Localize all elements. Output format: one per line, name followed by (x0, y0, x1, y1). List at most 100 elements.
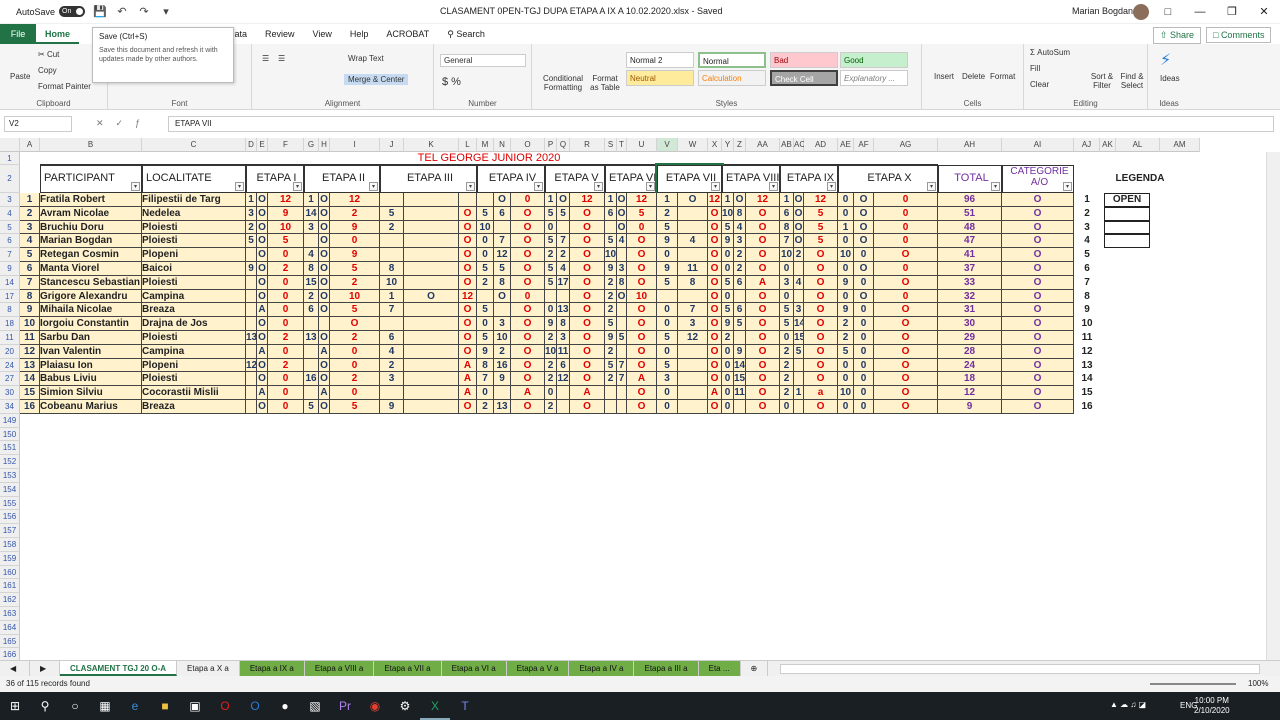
locality-cell[interactable]: Nedelea (142, 206, 246, 221)
stage-cell[interactable]: A (627, 372, 657, 387)
stage-cell[interactable] (404, 193, 459, 207)
stage-cell[interactable]: 10 (780, 248, 794, 262)
stage-cell[interactable]: O (874, 248, 938, 262)
stage-cell[interactable]: 2 (477, 400, 494, 414)
stage-cell[interactable]: O (627, 386, 657, 400)
stage-cell[interactable]: O (746, 386, 780, 400)
stage-cell[interactable]: O (257, 358, 268, 373)
stage-cell[interactable]: 5 (330, 262, 380, 276)
stage-cell[interactable] (304, 344, 319, 359)
stage-cell[interactable] (557, 386, 570, 400)
row-header[interactable]: 166 (0, 648, 20, 660)
total-cell[interactable]: 9 (938, 400, 1002, 414)
stage-cell[interactable]: 0 (854, 248, 874, 262)
stage-cell[interactable]: O (804, 372, 838, 387)
stage-cell[interactable]: O (570, 220, 605, 235)
stage-cell[interactable]: 0 (780, 400, 794, 414)
stage-cell[interactable]: O (570, 372, 605, 387)
stage-cell[interactable]: O (746, 400, 780, 414)
stage-cell[interactable]: 12 (570, 193, 605, 207)
stage-cell[interactable] (459, 193, 477, 207)
legend-number[interactable]: 14 (1074, 372, 1100, 386)
stage-cell[interactable]: 2 (838, 331, 854, 345)
stage-cell[interactable]: O (319, 275, 330, 290)
stage-cell[interactable]: O (708, 262, 722, 276)
stage-cell[interactable]: O (257, 289, 268, 304)
stage-cell[interactable]: 12 (746, 193, 780, 207)
stage-cell[interactable] (304, 358, 319, 373)
column-header[interactable]: AF (854, 138, 874, 152)
participant-name[interactable]: Babus Liviu (40, 372, 142, 387)
stage-cell[interactable]: O (617, 289, 627, 304)
customize-toolbar-icon[interactable]: ▾ (159, 5, 173, 19)
category-cell[interactable]: O (1002, 206, 1074, 221)
delete-button[interactable]: Delete (962, 72, 985, 81)
folder-icon[interactable]: ■ (150, 692, 180, 720)
stage-cell[interactable]: 15 (734, 372, 746, 387)
stage-cell[interactable]: 0 (854, 386, 874, 400)
category-cell[interactable]: O (1002, 220, 1074, 235)
stage-cell[interactable] (794, 372, 804, 387)
stage-cell[interactable]: O (570, 248, 605, 262)
stage-cell[interactable]: 2 (780, 386, 794, 400)
stage-cell[interactable]: 10 (330, 289, 380, 304)
avatar[interactable] (1133, 4, 1149, 20)
stage-cell[interactable]: 0 (722, 344, 734, 359)
excel-icon[interactable]: X (420, 692, 450, 720)
stage-cell[interactable]: O (627, 303, 657, 318)
column-header[interactable]: X (708, 138, 722, 152)
stage-cell[interactable]: 12 (557, 372, 570, 387)
stage-cell[interactable]: 5 (722, 220, 734, 235)
stage-cell[interactable]: 0 (854, 372, 874, 387)
tab-file[interactable]: File (0, 24, 36, 44)
find-select-button[interactable]: Find & Select (1118, 72, 1146, 90)
stage-cell[interactable] (380, 248, 404, 262)
participant-name[interactable]: Marian Bogdan (40, 234, 142, 249)
stage-cell[interactable]: O (257, 234, 268, 249)
stage-cell[interactable]: O (459, 331, 477, 345)
stage-cell[interactable]: 5 (838, 344, 854, 359)
total-cell[interactable]: 48 (938, 220, 1002, 235)
stage-cell[interactable]: O (511, 220, 545, 235)
vertical-scrollbar[interactable] (1266, 152, 1280, 660)
stage-cell[interactable]: 2 (794, 248, 804, 262)
stage-cell[interactable] (246, 344, 257, 359)
stage-cell[interactable] (246, 386, 257, 400)
stage-cell[interactable]: 5 (804, 220, 838, 235)
stage-cell[interactable] (380, 317, 404, 331)
style-good[interactable]: Good (840, 52, 908, 68)
stage-cell[interactable]: 9 (330, 220, 380, 235)
stage-cell[interactable] (246, 317, 257, 331)
row-header[interactable]: 11 (0, 331, 20, 345)
stage-cell[interactable]: O (257, 193, 268, 207)
stage-cell[interactable] (404, 275, 459, 290)
header-stage-9[interactable]: ETAPA IX ▾ (780, 165, 838, 193)
stage-cell[interactable] (304, 234, 319, 249)
row-header[interactable]: 155 (0, 496, 20, 511)
header-category[interactable]: CATEGORIE A/O ▾ (1002, 165, 1074, 193)
next-sheet-icon[interactable]: ▶ (30, 661, 60, 676)
stage-cell[interactable]: 2 (330, 331, 380, 345)
stage-cell[interactable] (794, 289, 804, 304)
style-explanatory[interactable]: Explanatory ... (840, 70, 908, 86)
stage-cell[interactable]: 5 (545, 206, 557, 221)
row-header[interactable]: 1 (0, 152, 20, 165)
column-header[interactable]: AA (746, 138, 780, 152)
stage-cell[interactable]: 15 (304, 275, 319, 290)
stage-cell[interactable]: O (627, 248, 657, 262)
rank-cell[interactable]: 6 (20, 262, 40, 276)
stage-cell[interactable]: O (708, 317, 722, 331)
legend-number[interactable]: 15 (1074, 386, 1100, 400)
stage-cell[interactable]: 0 (874, 206, 938, 221)
stage-cell[interactable]: 2 (780, 372, 794, 387)
stage-cell[interactable]: O (319, 262, 330, 276)
stage-cell[interactable]: 15 (794, 331, 804, 345)
rank-cell[interactable]: 4 (20, 234, 40, 249)
legend-number[interactable]: 7 (1074, 276, 1100, 290)
stage-cell[interactable]: O (511, 262, 545, 276)
column-header[interactable]: O (511, 138, 545, 152)
stage-cell[interactable]: 2 (494, 344, 511, 359)
stage-cell[interactable]: 0 (838, 206, 854, 221)
stage-cell[interactable]: O (708, 234, 722, 249)
stage-cell[interactable]: O (257, 331, 268, 345)
